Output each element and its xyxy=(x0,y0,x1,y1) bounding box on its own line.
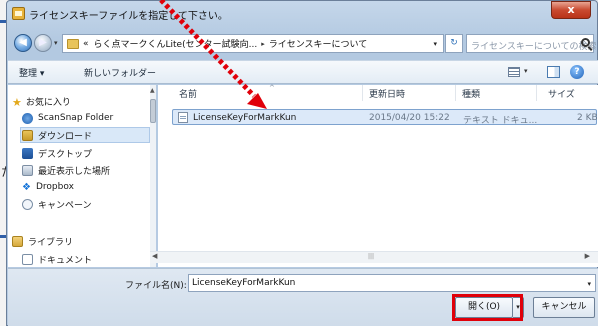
campaign-icon xyxy=(22,198,33,210)
filename-input[interactable]: LicenseKeyForMarkKun ▾ xyxy=(188,274,596,292)
search-icon[interactable] xyxy=(581,38,590,47)
nav-item-label: ダウンロード xyxy=(38,131,93,142)
search-input[interactable]: ライセンスキーについての検索 xyxy=(466,34,597,53)
address-bar[interactable]: « らく点マークくんLite(センター試験向... ▸ ライセンスキーについて … xyxy=(62,34,444,53)
nav-item-downloads[interactable]: ダウンロード xyxy=(20,127,150,143)
nav-item-favorites[interactable]: ★ お気に入り xyxy=(12,93,71,109)
command-toolbar: 整理 ▾ 新しいフォルダー ▾ ? xyxy=(8,60,598,84)
cancel-button[interactable]: キャンセル xyxy=(533,297,595,318)
library-icon xyxy=(12,235,23,247)
scroll-thumb[interactable] xyxy=(150,99,156,123)
column-header-size[interactable]: サイズ xyxy=(548,87,575,100)
nav-item-scansnap[interactable]: ScanSnap Folder xyxy=(22,110,113,126)
nav-item-label: お気に入り xyxy=(25,97,71,108)
file-row[interactable]: LicenseKeyForMarkKun 2015/04/20 15:22 テキ… xyxy=(172,109,598,126)
nav-item-label: ドキュメント xyxy=(38,255,93,266)
star-icon: ★ xyxy=(12,95,22,109)
nav-item-label: デスクトップ xyxy=(38,149,93,160)
scroll-right-icon[interactable]: ▶ xyxy=(585,252,590,260)
dropbox-icon: ❖ xyxy=(22,181,31,193)
column-header-modified[interactable]: 更新日時 xyxy=(369,87,405,100)
file-list: ^ 名前 更新日時 種類 サイズ LicenseKeyForMarkKun 20… xyxy=(150,84,598,267)
column-header-type[interactable]: 種類 xyxy=(462,87,480,100)
filename-dropdown-icon[interactable]: ▾ xyxy=(587,280,591,288)
horizontal-scrollbar[interactable]: ◀ ||| ▶ xyxy=(150,251,598,263)
file-size: 2 KB xyxy=(577,113,598,123)
dialog-title: ライセンスキーファイルを指定して下さい。 xyxy=(29,11,228,22)
column-header-name[interactable]: 名前 xyxy=(179,87,197,100)
organize-button[interactable]: 整理 ▾ xyxy=(19,66,44,79)
file-type: テキスト ドキュ... xyxy=(463,116,538,126)
open-file-dialog: ライセンスキーファイルを指定して下さい。 x ◀ ▶ ▾ « らく点マークくんL… xyxy=(6,0,598,326)
forward-arrow-icon[interactable]: ▶ xyxy=(34,34,52,52)
title-bar[interactable]: ライセンスキーファイルを指定して下さい。 x xyxy=(7,1,597,27)
nav-item-label: キャンペーン xyxy=(38,200,92,211)
nav-item-dropbox[interactable]: ❖ Dropbox xyxy=(22,179,74,195)
refresh-icon[interactable]: ↻ xyxy=(445,34,463,53)
nav-item-campaign[interactable]: キャンペーン xyxy=(22,196,92,212)
sort-ascending-icon: ^ xyxy=(269,84,275,92)
scroll-up-icon[interactable]: ▲ xyxy=(150,87,155,94)
nav-item-label: 最近表示した場所 xyxy=(38,166,111,177)
address-row: ◀ ▶ ▾ « らく点マークくんLite(センター試験向... ▸ ライセンスキ… xyxy=(7,31,597,57)
nav-item-desktop[interactable]: デスクトップ xyxy=(22,145,92,161)
column-separator[interactable] xyxy=(362,85,363,101)
navigation-pane: ★ お気に入り ScanSnap Folder ダウンロード デスクトップ 最近… xyxy=(8,85,156,267)
view-dropdown-icon[interactable]: ▾ xyxy=(524,67,528,75)
breadcrumb-overflow[interactable]: « xyxy=(83,39,89,49)
dialog-app-icon xyxy=(12,7,25,20)
scroll-left-icon[interactable]: ◀ xyxy=(152,252,157,260)
dialog-footer: ファイル名(N): LicenseKeyForMarkKun ▾ 開く(O) ▾… xyxy=(8,268,598,326)
desktop-icon xyxy=(22,147,33,159)
back-arrow-icon[interactable]: ◀ xyxy=(14,34,32,52)
nav-item-libraries[interactable]: ライブラリ xyxy=(12,233,73,249)
scansnap-icon xyxy=(22,112,33,124)
annotation-highlight-box xyxy=(452,294,523,321)
help-icon[interactable]: ? xyxy=(570,65,584,79)
view-options-icon[interactable] xyxy=(508,67,520,77)
file-modified: 2015/04/20 15:22 xyxy=(369,113,450,123)
filename-label: ファイル名(N): xyxy=(125,281,187,291)
folder-icon xyxy=(67,38,79,49)
column-separator[interactable] xyxy=(536,85,537,101)
file-name: LicenseKeyForMarkKun xyxy=(193,113,297,123)
nav-item-recent-places[interactable]: 最近表示した場所 xyxy=(22,162,110,178)
preview-pane-icon[interactable] xyxy=(547,66,560,78)
search-placeholder: ライセンスキーについての検索 xyxy=(471,42,597,52)
address-dropdown-icon[interactable]: ▾ xyxy=(433,40,437,48)
recent-pages-dropdown-icon[interactable]: ▾ xyxy=(54,39,58,47)
filename-value: LicenseKeyForMarkKun xyxy=(192,278,296,288)
download-folder-icon xyxy=(22,129,33,141)
text-file-icon xyxy=(178,112,188,123)
breadcrumb-separator[interactable]: ▸ xyxy=(261,40,265,48)
scroll-grip-icon[interactable]: ||| xyxy=(368,253,374,260)
nav-item-documents[interactable]: ドキュメント xyxy=(22,251,92,267)
documents-icon xyxy=(22,253,33,265)
recent-places-icon xyxy=(22,164,33,176)
nav-item-label: ScanSnap Folder xyxy=(38,113,114,123)
new-folder-button[interactable]: 新しいフォルダー xyxy=(84,66,156,79)
nav-item-label: ライブラリ xyxy=(28,237,74,248)
column-separator[interactable] xyxy=(455,85,456,101)
navigation-scrollbar[interactable]: ▲ xyxy=(150,85,156,267)
breadcrumb-item[interactable]: らく点マークくんLite(センター試験向... xyxy=(94,37,258,50)
close-button[interactable]: x xyxy=(551,1,591,19)
breadcrumb-item[interactable]: ライセンスキーについて xyxy=(269,37,368,50)
nav-item-label: Dropbox xyxy=(35,182,74,192)
